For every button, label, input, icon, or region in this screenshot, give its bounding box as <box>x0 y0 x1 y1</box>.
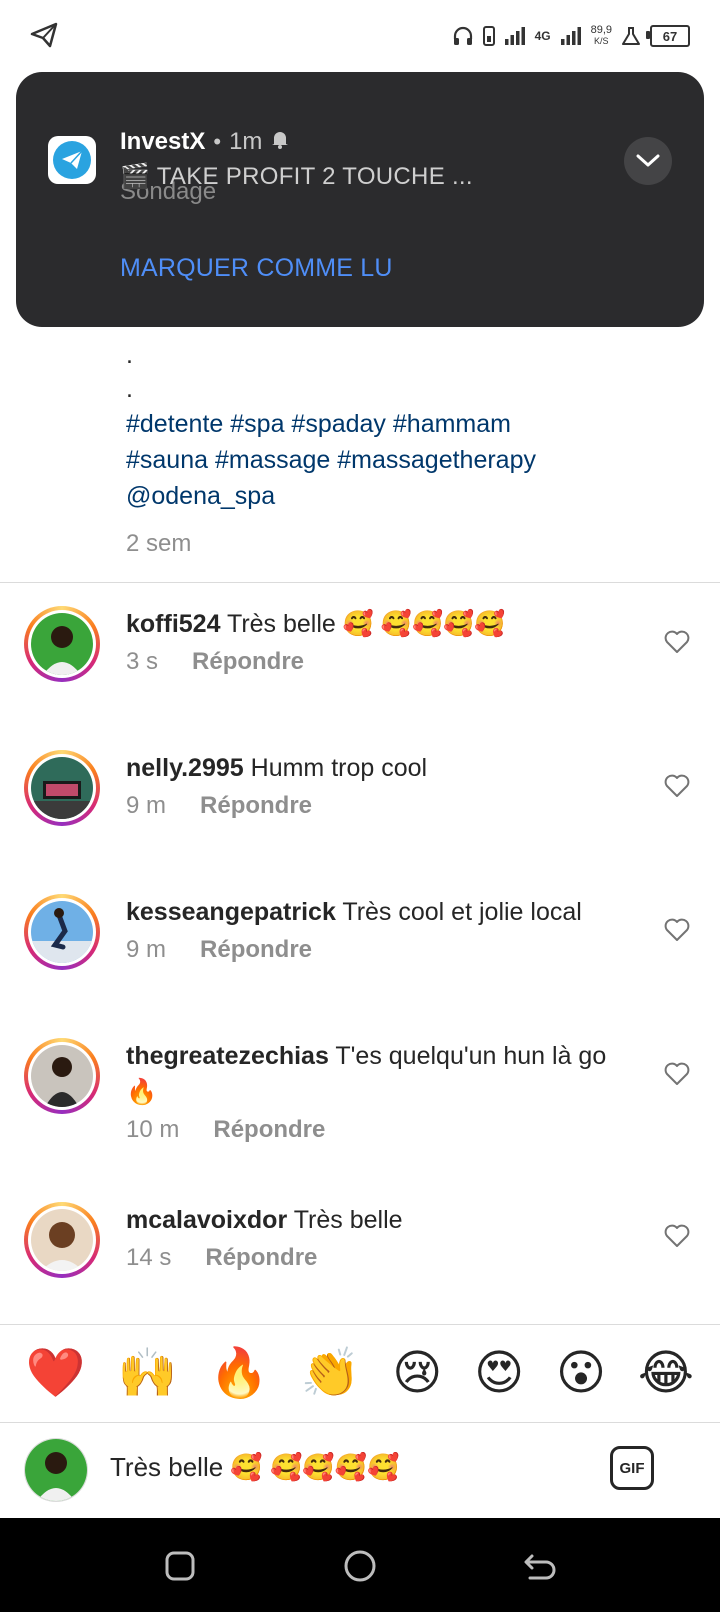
comment-meta: 9 m Répondre <box>126 792 312 820</box>
comment-time: 14 s <box>126 1244 172 1271</box>
reply-button[interactable]: Répondre <box>205 1244 317 1272</box>
status-bar: 4G 89,9 K/S 67 <box>0 0 720 70</box>
notification-app-name: InvestX <box>120 128 206 155</box>
mark-as-read-button[interactable]: MARQUER COMME LU <box>120 254 393 283</box>
heart-icon[interactable] <box>664 918 690 944</box>
battery-indicator: 67 <box>646 25 690 47</box>
caption-mention[interactable]: @odena_spa <box>126 478 686 514</box>
divider <box>0 1324 720 1325</box>
vibrate-icon <box>482 26 495 46</box>
caption-hashtags-2[interactable]: #sauna #massage #massagetherapy <box>126 442 686 478</box>
flask-icon <box>621 26 641 46</box>
reply-button[interactable]: Répondre <box>200 936 312 964</box>
headphones-icon <box>452 25 474 47</box>
avatar[interactable] <box>24 606 100 682</box>
heart-icon[interactable] <box>664 1062 690 1088</box>
divider <box>0 1422 720 1423</box>
comment-text-block: thegreatezechias T'es quelqu'un hun là g… <box>126 1038 626 1110</box>
telegram-app-icon <box>48 136 96 184</box>
avatar <box>24 1438 88 1502</box>
telegram-status-icon <box>30 22 60 50</box>
heart-icon[interactable] <box>664 774 690 800</box>
reply-button[interactable]: Répondre <box>200 792 312 820</box>
reply-button[interactable]: Répondre <box>192 648 304 676</box>
post-caption: . . #detente #spa #spaday #hammam #sauna… <box>126 338 686 562</box>
network-speed: 89,9 K/S <box>590 24 612 47</box>
avatar[interactable] <box>24 894 100 970</box>
caption-dot: . <box>126 341 133 369</box>
notification-header: InvestX • 1m <box>120 128 290 156</box>
emoji-laughing-button[interactable]: 😂 <box>638 1344 694 1404</box>
heart-icon[interactable] <box>664 630 690 656</box>
comment-input[interactable]: Très belle 🥰 🥰🥰🥰🥰 <box>110 1452 400 1483</box>
emoji-raising-hands-button[interactable]: 🙌 <box>118 1344 178 1404</box>
avatar[interactable] <box>24 1038 100 1114</box>
emoji-crying-button[interactable]: 😢 <box>392 1344 442 1404</box>
emoji-heart-button[interactable]: ❤️ <box>26 1344 86 1404</box>
caption-hashtags-1[interactable]: #detente #spa #spaday #hammam <box>126 406 686 442</box>
comment-meta: 10 m Répondre <box>126 1116 325 1144</box>
comment-item: mcalavoixdor Très belle 14 s Répondre <box>0 1202 720 1322</box>
signal-icon <box>504 26 526 46</box>
avatar[interactable] <box>24 750 100 826</box>
emoji-reaction-bar: ❤️ 🙌 🔥 👏 😢 😍 😮 😂 <box>0 1326 720 1422</box>
emoji-heart-eyes-button[interactable]: 😍 <box>474 1344 524 1404</box>
comment-item: thegreatezechias T'es quelqu'un hun là g… <box>0 1038 720 1188</box>
comment-item: kesseangepatrick Très cool et jolie loca… <box>0 894 720 1014</box>
comment-username[interactable]: thegreatezechias <box>126 1042 329 1070</box>
notification-title: 🎬 TAKE PROFIT 2 TOUCHE ... <box>120 163 473 190</box>
divider <box>0 582 720 583</box>
comment-meta: 14 s Répondre <box>126 1244 317 1272</box>
avatar[interactable] <box>24 1202 100 1278</box>
emoji-fire-button[interactable]: 🔥 <box>209 1344 269 1404</box>
comment-item: nelly.2995 Humm trop cool 9 m Répondre <box>0 750 720 870</box>
comment-username[interactable]: nelly.2995 <box>126 754 244 782</box>
gif-button[interactable]: GIF <box>610 1446 654 1490</box>
comment-username[interactable]: kesseangepatrick <box>126 898 336 926</box>
heart-icon[interactable] <box>664 1224 690 1250</box>
comment-time: 3 s <box>126 648 159 675</box>
signal-icon-2 <box>560 26 582 46</box>
comment-body: Très belle 🥰 🥰🥰🥰🥰 <box>226 610 506 638</box>
comment-body: Humm trop cool <box>250 754 428 782</box>
comment-username[interactable]: koffi524 <box>126 610 220 638</box>
chevron-down-icon[interactable] <box>624 137 672 185</box>
reply-button[interactable]: Répondre <box>213 1116 325 1144</box>
comment-text-block: nelly.2995 Humm trop cool <box>126 750 626 786</box>
recents-icon[interactable] <box>162 1548 198 1584</box>
comment-time: 9 m <box>126 936 167 963</box>
caption-time: 2 sem <box>126 530 192 557</box>
back-icon[interactable] <box>522 1548 558 1584</box>
home-icon[interactable] <box>342 1548 378 1584</box>
comment-text-block: mcalavoixdor Très belle <box>126 1202 626 1238</box>
comment-time: 10 m <box>126 1116 180 1143</box>
bell-icon <box>270 128 290 156</box>
comment-text-block: kesseangepatrick Très cool et jolie loca… <box>126 894 626 930</box>
notification-time: 1m <box>229 128 263 155</box>
comment-text-block: koffi524 Très belle 🥰 🥰🥰🥰🥰 <box>126 606 626 642</box>
comment-body: Très cool et jolie local <box>342 898 582 926</box>
network-type: 4G <box>534 29 551 43</box>
comment-body: Très belle <box>293 1206 403 1234</box>
comment-time: 9 m <box>126 792 167 819</box>
caption-dot: . <box>126 375 133 403</box>
emoji-surprised-button[interactable]: 😮 <box>556 1344 606 1404</box>
comment-item: koffi524 Très belle 🥰 🥰🥰🥰🥰 3 s Répondre <box>0 606 720 726</box>
comment-meta: 3 s Répondre <box>126 648 304 676</box>
comment-meta: 9 m Répondre <box>126 936 312 964</box>
emoji-clap-button[interactable]: 👏 <box>301 1344 361 1404</box>
comment-username[interactable]: mcalavoixdor <box>126 1206 287 1234</box>
